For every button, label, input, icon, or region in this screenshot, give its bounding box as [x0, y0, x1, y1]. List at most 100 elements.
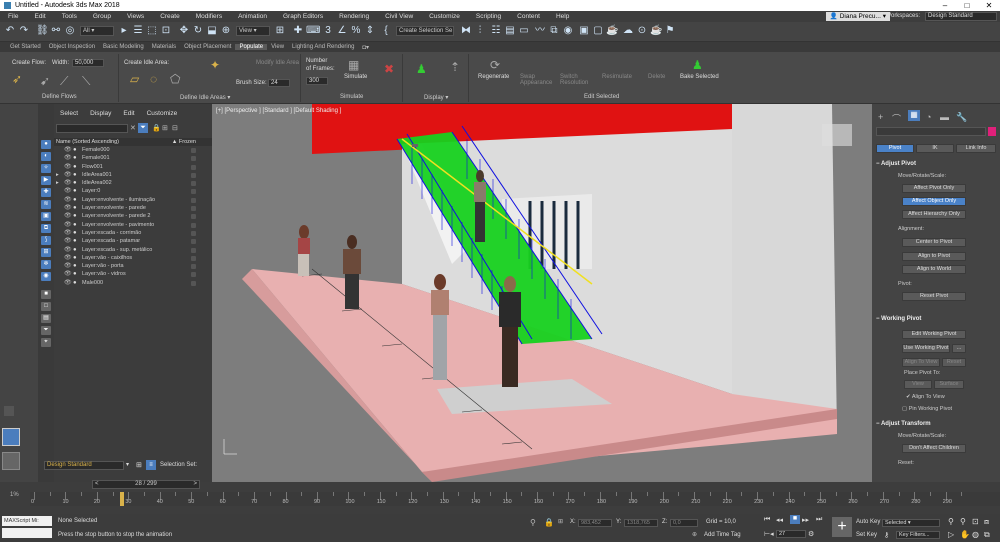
key-selection-dropdown[interactable]: Selected ▾ — [882, 519, 940, 527]
scene-list-item[interactable]: ▸ 👁 ● IdleArea002 — [54, 179, 212, 187]
align-icon[interactable]: ⫶ — [474, 25, 486, 37]
edit-working-pivot-button[interactable]: Edit Working Pivot — [902, 330, 966, 339]
key-filter-icon[interactable]: ⚷ — [884, 531, 889, 539]
frames-spinner[interactable]: 300 — [306, 77, 328, 85]
create-tab-icon[interactable]: + — [878, 112, 883, 122]
visibility-eye-icon[interactable]: 👁 — [64, 146, 72, 154]
field-of-view-icon[interactable]: ▷ — [948, 530, 954, 539]
maximize-icon[interactable]: □ — [956, 0, 978, 11]
align-to-view-button[interactable]: Align To View — [902, 358, 940, 367]
use-working-pivot-button[interactable]: Use Working Pivot — [902, 344, 950, 353]
modify-idle-area-icon[interactable]: ✦ — [210, 58, 220, 72]
frozen-toggle[interactable] — [191, 247, 196, 253]
scene-menu-edit[interactable]: Edit — [117, 110, 140, 120]
align-to-world-button[interactable]: Align to World — [902, 265, 966, 274]
menu-scripting[interactable]: Scripting — [468, 13, 509, 20]
object-name-field[interactable] — [876, 127, 986, 136]
affect-pivot-only-button[interactable]: Affect Pivot Only — [902, 184, 966, 193]
visibility-eye-icon[interactable]: 👁 — [64, 246, 72, 254]
visibility-eye-icon[interactable]: 👁 — [64, 204, 72, 212]
toggle-layer-explorer-icon[interactable]: ▤ — [504, 25, 516, 37]
menu-group[interactable]: Group — [85, 13, 119, 20]
track-bar[interactable]: 0 10 20 30 40 50 60 70 80 90 100 110 120 130 140 150 160… — [30, 492, 1000, 506]
select-and-move-icon[interactable]: ✥ — [178, 25, 190, 37]
working-pivot-options-button[interactable]: ... — [952, 344, 966, 353]
frozen-toggle[interactable] — [191, 164, 196, 170]
select-and-rotate-icon[interactable]: ↻ — [192, 25, 204, 37]
frozen-toggle[interactable] — [191, 272, 196, 278]
frozen-toggle[interactable] — [191, 264, 196, 270]
select-and-scale-icon[interactable]: ⬓ — [206, 25, 218, 37]
workspace-dropdown[interactable]: Design Standard — [925, 12, 997, 21]
display-containers-icon[interactable]: ⊞ — [41, 248, 51, 257]
snaps-toggle-icon[interactable]: 3 — [322, 25, 334, 37]
selection-filter-dropdown[interactable]: All ▾ — [80, 26, 114, 36]
scene-list-item[interactable]: 👁 ● Flow001 — [54, 163, 212, 171]
scene-list-item[interactable]: 👁 ● Layer:vão - caixilhos — [54, 254, 212, 262]
display-geometry-icon[interactable]: ● — [41, 140, 51, 149]
scene-list-item[interactable]: 👁 ● Layer:escada - patamar — [54, 237, 212, 245]
utilities-tab-icon[interactable]: 🔧 — [956, 112, 967, 123]
render-iterative-icon[interactable]: ⚑ — [664, 25, 676, 37]
isolate-selection-icon[interactable]: ⚲ — [530, 518, 536, 527]
scene-list-item[interactable]: 👁 ● Male000 — [54, 279, 212, 287]
tab-populate[interactable]: Populate — [235, 44, 268, 50]
visibility-eye-icon[interactable]: 👁 — [64, 221, 72, 229]
expand-icon[interactable]: ▸ — [56, 171, 59, 179]
unlink-icon[interactable]: ⚯ — [50, 25, 62, 37]
layer-dropdown[interactable]: Design Standard — [44, 461, 124, 470]
brush-size-spinner[interactable]: 24 — [268, 79, 290, 87]
frozen-toggle[interactable] — [191, 255, 196, 261]
align-to-view-checkbox[interactable]: ✔ Align To View — [906, 394, 945, 400]
toggle-scene-explorer-icon[interactable]: ☷ — [490, 25, 502, 37]
menu-animation[interactable]: Animation — [230, 13, 275, 20]
tab-link-info[interactable]: Link Info — [956, 144, 996, 153]
group-define-idle-areas[interactable]: Define Idle Areas ▾ — [180, 94, 230, 101]
flow-segment-icon[interactable]: ⟋ — [60, 74, 68, 89]
frozen-toggle[interactable] — [191, 206, 196, 212]
menu-civil-view[interactable]: Civil View — [377, 13, 421, 20]
hierarchy-tab-icon[interactable]: ▦ — [908, 110, 920, 121]
orbit-icon[interactable]: ◍ — [972, 530, 979, 539]
menu-views[interactable]: Views — [119, 13, 152, 20]
select-object-icon[interactable]: ▸ — [118, 25, 130, 37]
layer-options-icon[interactable]: ⊞ — [136, 461, 142, 469]
y-coordinate-field[interactable]: 1318,765 — [624, 519, 658, 527]
scene-list-item[interactable]: 👁 ● Layer:escada - corrimão — [54, 229, 212, 237]
name-column-header[interactable]: Name (Sorted Ascending) — [56, 139, 119, 145]
tab-basic-modeling[interactable]: Basic Modeling — [99, 44, 148, 50]
visibility-eye-icon[interactable]: 👁 — [64, 154, 72, 162]
viewport-layout-icon[interactable] — [2, 428, 20, 446]
center-to-pivot-button[interactable]: Center to Pivot — [902, 238, 966, 247]
percent-snap-icon[interactable]: % — [350, 25, 362, 37]
set-key-button[interactable]: Set Key — [856, 532, 877, 538]
undo-icon[interactable]: ↶ — [4, 25, 16, 37]
scene-list-item[interactable]: 👁 ● Layer:envolvente - parede 2 — [54, 212, 212, 220]
zoom-all-icon[interactable]: ⚲ — [960, 517, 966, 526]
object-color-swatch[interactable] — [988, 127, 996, 136]
bake-selected-icon[interactable]: ♟ — [692, 58, 703, 72]
window-crossing-icon[interactable]: ⊡ — [160, 25, 172, 37]
perspective-viewport[interactable]: [+] [Perspective ] [Standard ] [Default … — [212, 104, 872, 482]
zoom-extents-icon[interactable]: ⊡ — [972, 517, 979, 526]
next-frame-icon[interactable]: ▸▸ — [802, 516, 809, 524]
pivot-point-icon[interactable]: ⊞ — [274, 25, 286, 37]
clear-search-icon[interactable]: ✕ — [130, 124, 136, 132]
scene-list-item[interactable]: 👁 ● Layer:vão - porta — [54, 262, 212, 270]
add-time-tag[interactable]: Add Time Tag — [704, 532, 741, 538]
spinner-snap-icon[interactable]: ⇕ — [364, 25, 376, 37]
menu-tools[interactable]: Tools — [54, 13, 85, 20]
menu-edit[interactable]: Edit — [26, 13, 53, 20]
pin-working-pivot-checkbox[interactable]: ▢ Pin Working Pivot — [902, 406, 952, 412]
maximize-viewport-icon[interactable]: ⧉ — [984, 530, 990, 540]
invert-display-icon[interactable]: ▤ — [41, 314, 51, 323]
zoom-extents-all-icon[interactable]: ⧈ — [984, 517, 989, 527]
scene-list-item[interactable]: 👁 ● Layer:0 — [54, 187, 212, 195]
affect-hierarchy-only-button[interactable]: Affect Hierarchy Only — [902, 210, 966, 219]
teapot-render-icon[interactable]: ☕ — [650, 25, 662, 37]
z-coordinate-field[interactable]: 0,0 — [670, 519, 698, 527]
visibility-eye-icon[interactable]: 👁 — [64, 270, 72, 278]
lock-icon[interactable]: 🔒 — [152, 124, 161, 132]
frozen-toggle[interactable] — [191, 181, 196, 187]
working-pivot-rollout[interactable]: − Working Pivot — [876, 316, 996, 322]
